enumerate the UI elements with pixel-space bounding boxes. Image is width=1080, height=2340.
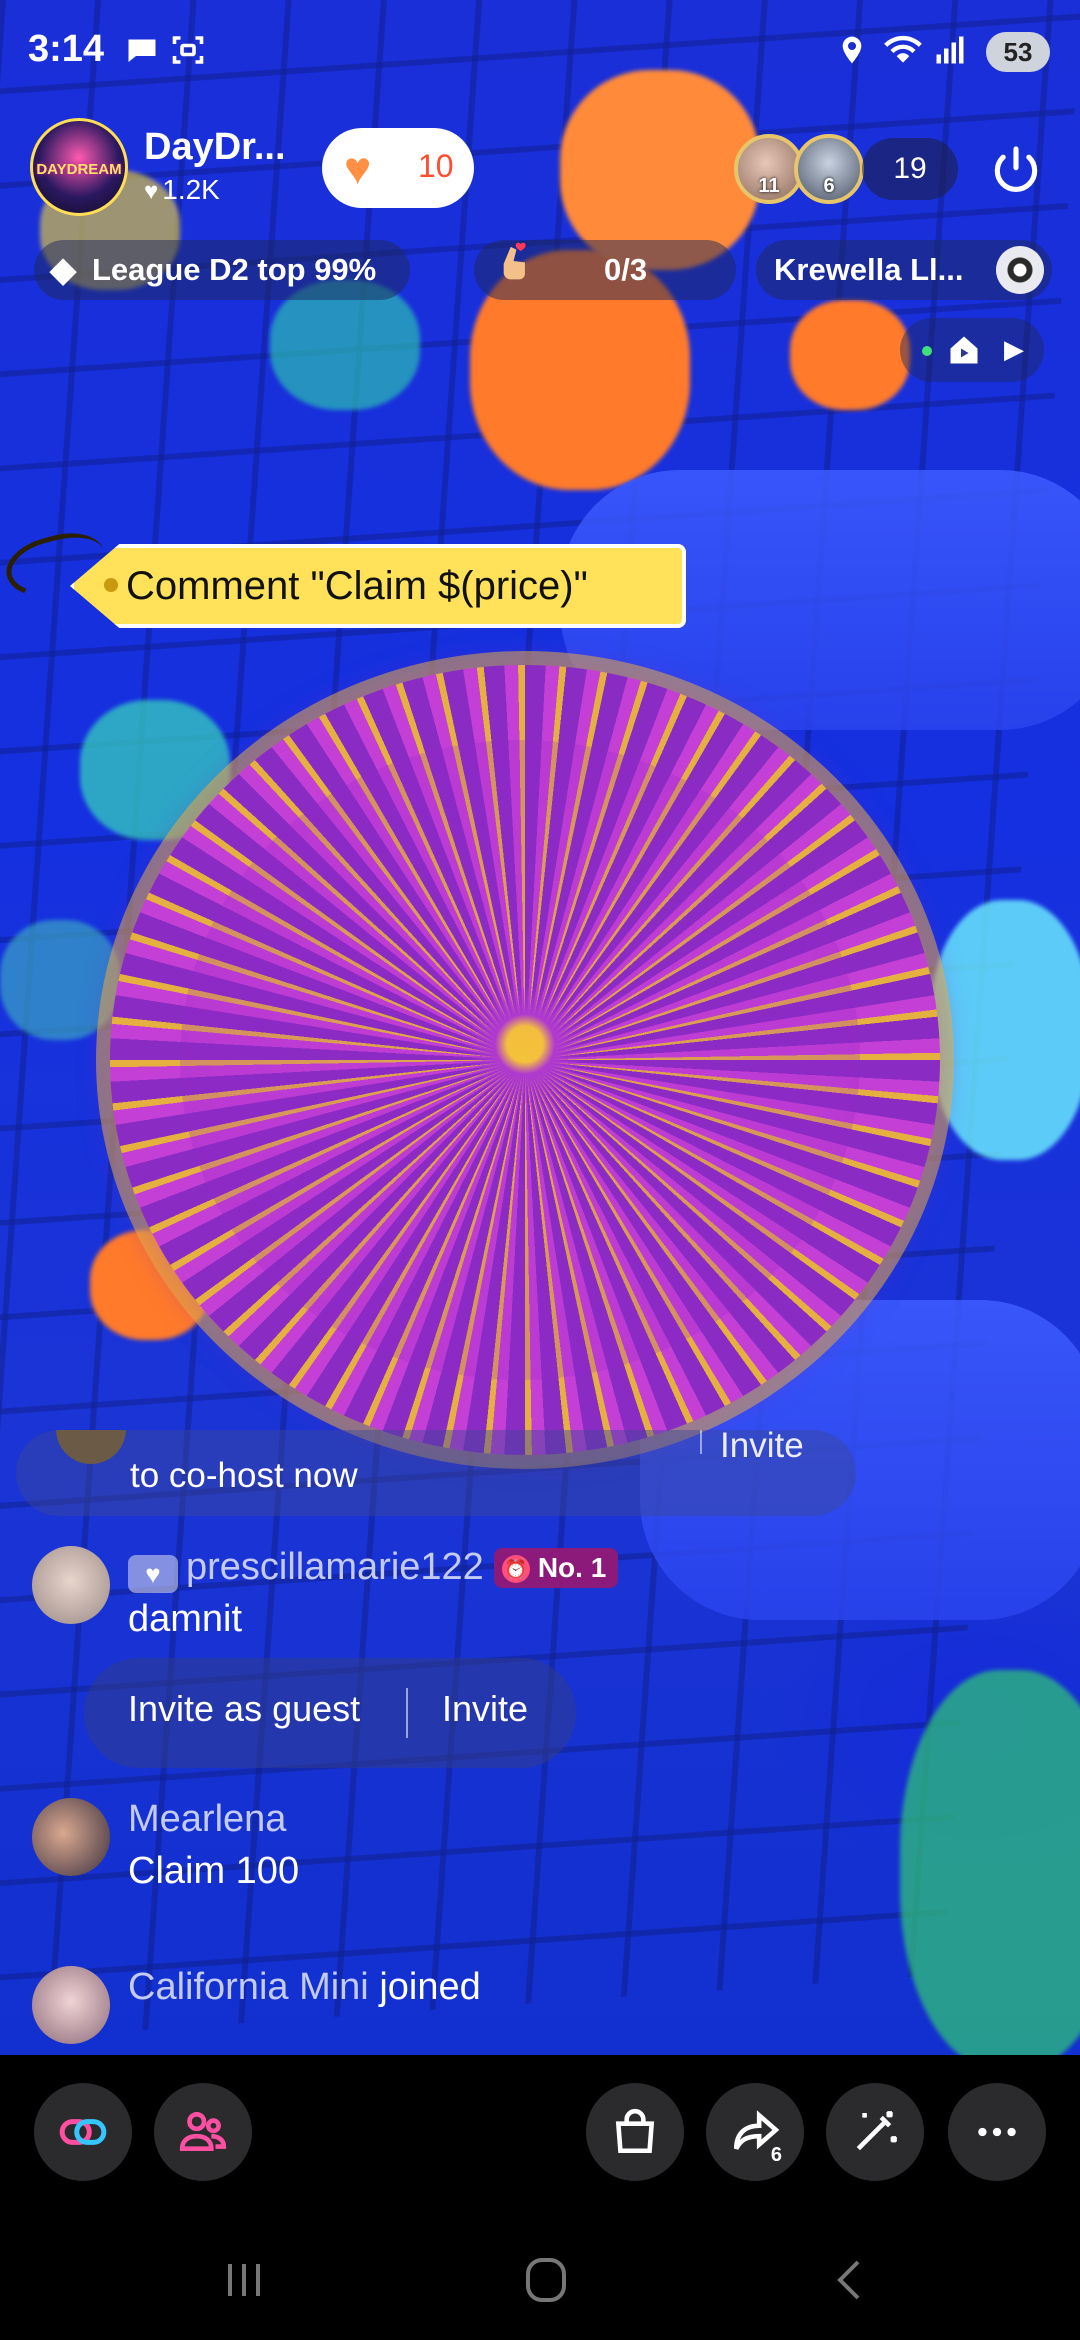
- join-text: joined: [379, 1966, 481, 2008]
- share-button[interactable]: 6: [706, 2083, 804, 2181]
- chat-username[interactable]: ♥ prescillamarie122 ⏰ No. 1: [128, 1546, 619, 1593]
- viewer-avatar[interactable]: 6: [794, 134, 864, 204]
- screenshot-icon: [168, 32, 208, 72]
- home-icon[interactable]: [516, 2255, 576, 2305]
- people-button[interactable]: [154, 2083, 252, 2181]
- heart-icon: ♥: [144, 178, 159, 205]
- beauty-button[interactable]: [826, 2083, 924, 2181]
- chat-username[interactable]: California Mini joined: [128, 1966, 481, 2009]
- wifi-icon: [878, 32, 928, 72]
- heart-icon: ♥: [344, 142, 372, 194]
- avatar[interactable]: [32, 1798, 110, 1876]
- top-viewers[interactable]: 11 6: [734, 134, 864, 204]
- multi-guest-icon: [59, 2119, 107, 2145]
- cohost-invite-button[interactable]: Invite: [720, 1430, 804, 1466]
- finger-heart-icon: [498, 240, 532, 300]
- chat-username-text: prescillamarie122: [186, 1546, 484, 1588]
- diamond-icon: ◆: [50, 251, 77, 289]
- battery-indicator: 53: [986, 32, 1050, 72]
- fan-badge-icon: ♥: [128, 1555, 178, 1593]
- home-icon: [946, 332, 982, 368]
- claim-price-tag[interactable]: Comment "Claim $(price)": [0, 524, 686, 632]
- coral-green-2: [0, 920, 120, 1040]
- multi-guest-button[interactable]: [34, 2083, 132, 2181]
- coral-orange-3: [790, 300, 910, 410]
- system-nav-bar: [0, 2205, 1080, 2340]
- league-badge[interactable]: ◆ League D2 top 99%: [34, 240, 410, 300]
- viewer-count[interactable]: 19: [862, 138, 958, 200]
- viewer-rank: 6: [823, 175, 835, 197]
- music-disc-icon: [996, 246, 1044, 294]
- message-icon: [122, 32, 162, 72]
- shop-button[interactable]: [586, 2083, 684, 2181]
- viewer-rank: 11: [758, 175, 780, 197]
- host-likes-count: 1.2K: [162, 174, 220, 205]
- chat-username-text: California Mini: [128, 1966, 369, 2008]
- live-dot: [922, 346, 932, 356]
- host-likes: ♥ 1.2K: [144, 174, 220, 206]
- follow-button[interactable]: ♥ 10: [322, 128, 474, 208]
- music-title: Krewella Ll...: [774, 252, 964, 287]
- recents-icon[interactable]: [214, 2255, 274, 2305]
- claim-text: Comment "Claim $(price)": [126, 564, 588, 608]
- plate-coral-shade: [180, 740, 860, 1380]
- status-bar: 3:14 53: [0, 20, 1080, 86]
- more-button[interactable]: [948, 2083, 1046, 2181]
- rank-badge-text: No. 1: [537, 1552, 607, 1583]
- location-icon: [832, 32, 872, 72]
- chat-text: damnit: [128, 1598, 243, 1640]
- cohost-banner[interactable]: to co-host now Invite: [16, 1430, 856, 1516]
- coral-teal-right: [930, 900, 1080, 1160]
- host-name: DayDr...: [144, 126, 286, 168]
- invite-button[interactable]: Invite: [442, 1688, 528, 1730]
- people-icon: [179, 2112, 227, 2151]
- signal-icon: [930, 32, 970, 72]
- follow-count: 10: [418, 148, 454, 184]
- avatar[interactable]: [32, 1546, 110, 1624]
- divider: [700, 1430, 702, 1454]
- cohost-text: to co-host now: [130, 1456, 358, 1495]
- host-profile[interactable]: DAYDREAM DayDr... ♥ 1.2K: [30, 118, 330, 216]
- magic-wand-icon: [856, 2111, 897, 2151]
- divider: [406, 1688, 408, 1738]
- host-avatar[interactable]: DAYDREAM: [30, 118, 128, 216]
- music-pill[interactable]: Krewella Ll...: [756, 240, 1052, 300]
- back-icon[interactable]: [820, 2255, 880, 2305]
- avatar: [56, 1430, 126, 1464]
- host-avatar-logo: DAYDREAM: [36, 161, 122, 178]
- live-controls-pill[interactable]: ▶: [900, 318, 1044, 382]
- status-time: 3:14: [28, 28, 105, 70]
- play-icon: ▶: [1004, 334, 1024, 364]
- invite-actions: Invite as guest Invite: [84, 1658, 576, 1768]
- invite-as-guest-button[interactable]: Invite as guest: [128, 1688, 360, 1730]
- power-icon[interactable]: [988, 142, 1044, 198]
- rank-badge: ⏰ No. 1: [493, 1548, 619, 1588]
- chat-username[interactable]: Mearlena: [128, 1798, 286, 1841]
- quest-progress[interactable]: 0/3: [474, 240, 736, 300]
- clock-icon: ⏰: [501, 1555, 530, 1583]
- more-icon: [978, 2127, 1016, 2137]
- bottom-action-bar: 6: [0, 2055, 1080, 2205]
- coral-green-bottom: [900, 1670, 1080, 2055]
- share-count: 6: [770, 2144, 782, 2166]
- tag-hole: [104, 578, 118, 592]
- quest-count: 0/3: [604, 252, 648, 287]
- league-text: League D2 top 99%: [92, 252, 377, 287]
- avatar[interactable]: [32, 1966, 110, 2044]
- chat-text: Claim 100: [128, 1850, 300, 1892]
- shopping-bag-icon: [615, 2108, 655, 2154]
